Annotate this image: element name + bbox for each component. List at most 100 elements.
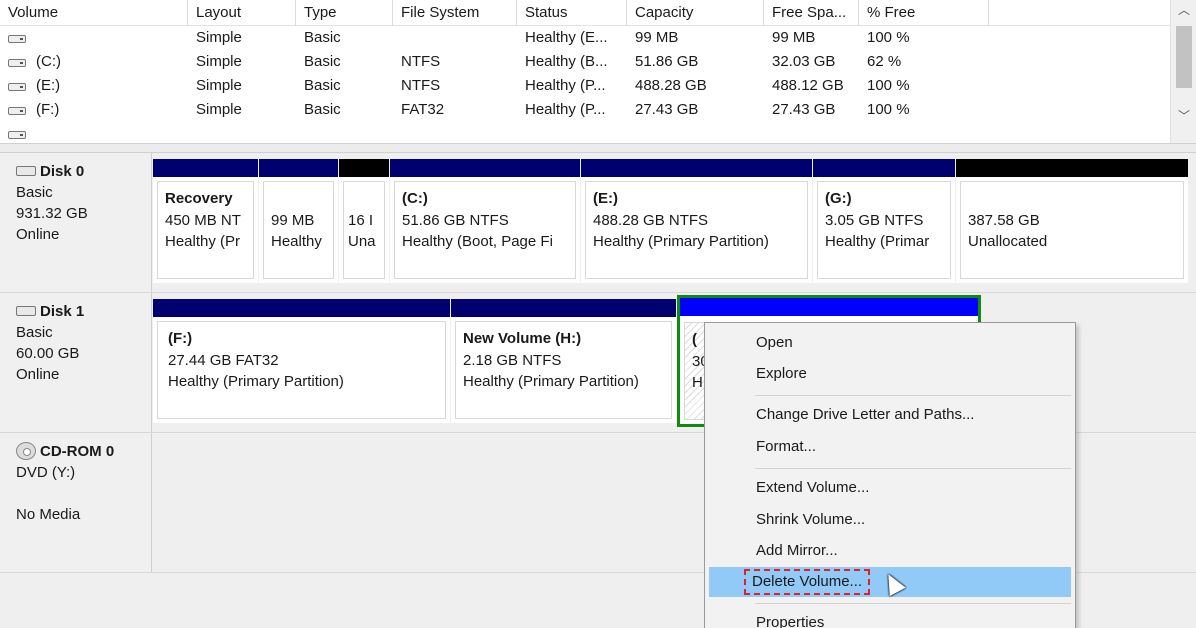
disk-label[interactable]: Disk 0 Basic 931.32 GB Online <box>0 153 152 292</box>
scroll-down-icon[interactable]: ﹀ <box>1171 106 1196 126</box>
menu-item-format[interactable]: Format... <box>709 432 1071 462</box>
volume-row-partial[interactable] <box>0 122 1170 143</box>
disk-state: Online <box>16 366 60 383</box>
partition-status: Unallocated <box>968 233 1048 250</box>
volume-list-scrollbar[interactable]: ︿ ﹀ <box>1170 0 1196 143</box>
partition-bar <box>813 159 955 177</box>
partition-efi[interactable]: 99 MB Healthy <box>259 159 338 283</box>
partition-size: 16 I <box>348 211 374 229</box>
volume-capacity: 27.43 GB <box>635 101 699 118</box>
partition-status: Healthy (Pr <box>165 233 241 250</box>
menu-item-properties[interactable]: Properties <box>709 608 1071 628</box>
scrollbar-thumb[interactable] <box>1176 26 1192 88</box>
volume-capacity: 99 MB <box>635 29 679 46</box>
column-header-free-space[interactable]: Free Spa... <box>764 0 859 26</box>
menu-item-extend-volume[interactable]: Extend Volume... <box>709 473 1071 503</box>
volume-free-space: 99 MB <box>772 29 816 46</box>
disk-name: CD-ROM 0 <box>40 443 115 460</box>
menu-item-label: Add Mirror... <box>756 542 838 559</box>
volume-type: Basic <box>304 101 341 118</box>
partition-title: (F:) <box>168 330 193 347</box>
volume-layout: Simple <box>196 77 242 94</box>
menu-item-label: Shrink Volume... <box>756 511 866 528</box>
scroll-up-icon[interactable]: ︿ <box>1171 0 1196 20</box>
menu-item-shrink-volume[interactable]: Shrink Volume... <box>709 505 1071 535</box>
menu-separator <box>755 603 1071 604</box>
drive-icon <box>8 107 26 115</box>
menu-item-label: Properties <box>756 614 825 628</box>
column-header-file-system[interactable]: File System <box>393 0 517 26</box>
column-header-capacity[interactable]: Capacity <box>627 0 764 26</box>
menu-item-open[interactable]: Open <box>709 328 1071 358</box>
volume-name: (E:) <box>36 77 61 94</box>
pane-splitter[interactable] <box>0 143 1196 153</box>
partition-recovery[interactable]: Recovery 450 MB NT Healthy (Pr <box>153 159 258 283</box>
disk-state: Online <box>16 226 60 243</box>
menu-item-change-drive-letter[interactable]: Change Drive Letter and Paths... <box>709 400 1071 430</box>
partition-status: Healthy (Primary Partition) <box>463 373 639 390</box>
volume-layout: Simple <box>196 53 242 70</box>
menu-item-label: Extend Volume... <box>756 479 870 496</box>
disk-size: 60.00 GB <box>16 345 80 362</box>
volume-type: Basic <box>304 29 341 46</box>
column-header-type[interactable]: Type <box>296 0 393 26</box>
partition-bar <box>581 159 812 177</box>
partition-bar <box>259 159 338 177</box>
column-header-status[interactable]: Status <box>517 0 627 26</box>
disk-icon <box>16 166 36 176</box>
drive-icon <box>8 83 26 91</box>
volume-capacity: 488.28 GB <box>635 77 707 94</box>
partition-size: 51.86 GB NTFS <box>402 211 509 229</box>
partition-bar <box>339 159 389 177</box>
disk-type: DVD (Y:) <box>16 464 76 481</box>
menu-item-label: Explore <box>756 365 807 382</box>
partition-e[interactable]: (E:) 488.28 GB NTFS Healthy (Primary Par… <box>581 159 812 283</box>
column-header-percent-free[interactable]: % Free <box>859 0 989 26</box>
partition-bar <box>956 159 1188 177</box>
menu-separator <box>755 468 1071 469</box>
partition-title: (C:) <box>402 190 428 207</box>
partition-title <box>348 188 384 210</box>
partition-size: 488.28 GB NTFS <box>593 211 709 229</box>
volume-row[interactable]: Simple Basic Healthy (E... 99 MB 99 MB 1… <box>0 26 1170 50</box>
partition-size: 387.58 GB <box>968 211 1040 229</box>
volume-percent-free: 100 % <box>867 77 910 94</box>
partition-title <box>968 188 1183 210</box>
disk-type: Basic <box>16 184 53 201</box>
partition-bar <box>680 298 978 316</box>
partition-h[interactable]: New Volume (H:) 2.18 GB NTFS Healthy (Pr… <box>451 299 676 423</box>
disk-state: No Media <box>16 506 81 523</box>
volume-list: Volume Layout Type File System Status Ca… <box>0 0 1196 143</box>
volume-row[interactable]: (C:) Simple Basic NTFS Healthy (B... 51.… <box>0 50 1170 74</box>
volume-status: Healthy (E... <box>525 29 608 46</box>
partition-unallocated[interactable]: 387.58 GB Unallocated <box>956 159 1188 283</box>
disk-name: Disk 0 <box>40 163 85 180</box>
disk-size: 931.32 GB <box>16 205 88 222</box>
partition-status: Healthy <box>271 233 322 250</box>
volume-name: (C:) <box>36 53 61 70</box>
menu-item-add-mirror[interactable]: Add Mirror... <box>709 536 1071 566</box>
menu-separator <box>755 395 1071 396</box>
disk-name: Disk 1 <box>40 303 85 320</box>
volume-percent-free: 100 % <box>867 101 910 118</box>
partition-unallocated-small[interactable]: 16 I Una <box>339 159 389 283</box>
partition-size: 99 MB <box>271 211 315 229</box>
column-header-volume[interactable]: Volume <box>0 0 188 26</box>
partition-f[interactable]: (F:) 27.44 GB FAT32 Healthy (Primary Par… <box>153 299 450 423</box>
partition-c[interactable]: (C:) 51.86 GB NTFS Healthy (Boot, Page F… <box>390 159 580 283</box>
drive-icon <box>8 35 26 43</box>
menu-item-explore[interactable]: Explore <box>709 359 1071 389</box>
partition-bar <box>153 159 258 177</box>
drive-icon <box>8 131 26 139</box>
partition-bar <box>153 299 450 317</box>
partition-g[interactable]: (G:) 3.05 GB NTFS Healthy (Primar <box>813 159 955 283</box>
volume-status: Healthy (B... <box>525 53 608 70</box>
partition-bar <box>451 299 676 317</box>
disk-label[interactable]: CD-ROM 0 DVD (Y:) No Media <box>0 433 152 572</box>
disk-label[interactable]: Disk 1 Basic 60.00 GB Online <box>0 293 152 432</box>
volume-row[interactable]: (E:) Simple Basic NTFS Healthy (P... 488… <box>0 74 1170 98</box>
partition-size: 3.05 GB NTFS <box>825 211 924 229</box>
disk-icon <box>16 306 36 316</box>
column-header-layout[interactable]: Layout <box>188 0 296 26</box>
volume-row[interactable]: (F:) Simple Basic FAT32 Healthy (P... 27… <box>0 98 1170 122</box>
